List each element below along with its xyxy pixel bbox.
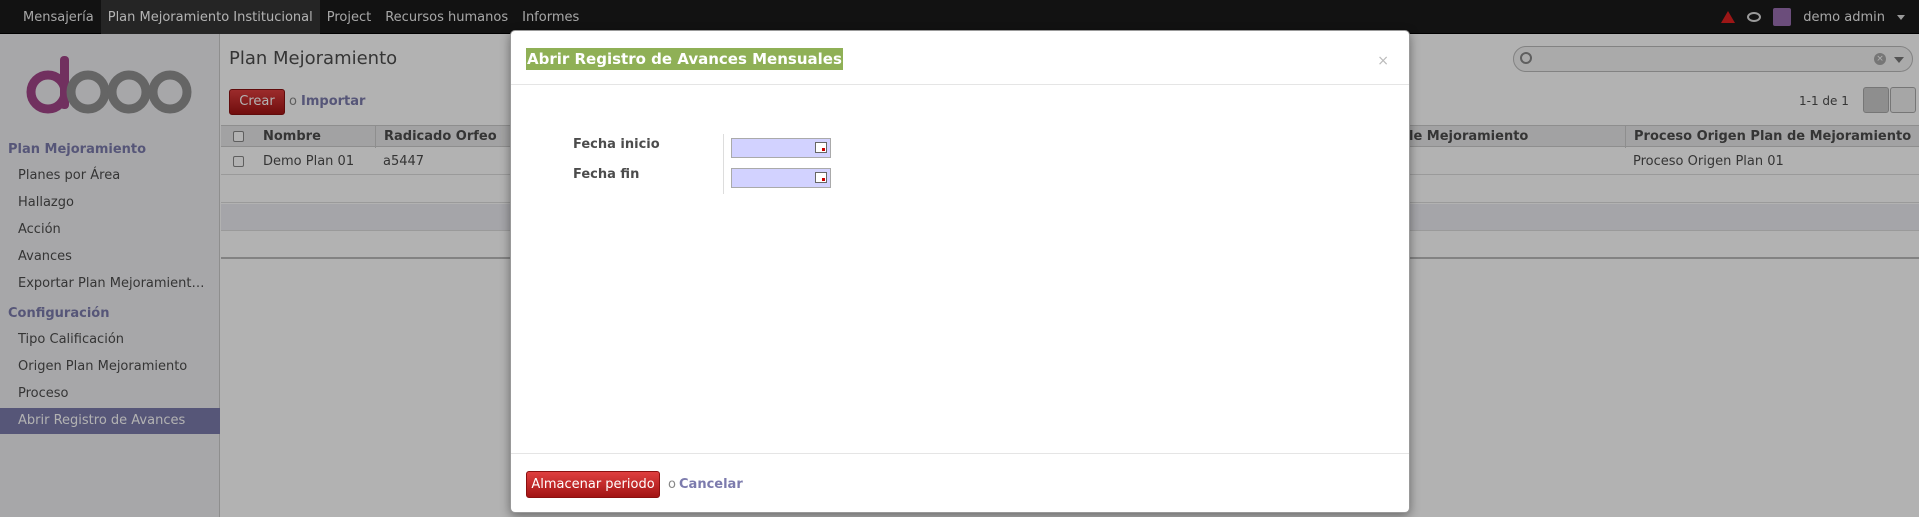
save-period-button[interactable]: Almacenar periodo (526, 471, 660, 498)
fecha-fin-input[interactable] (731, 168, 831, 188)
divider (511, 84, 1409, 85)
fecha-fin-label: Fecha fin (573, 167, 640, 182)
or-text: o (668, 477, 676, 492)
close-icon[interactable]: × (1377, 53, 1389, 69)
modal-dialog: Abrir Registro de Avances Mensuales × Fe… (510, 30, 1410, 513)
divider (723, 134, 724, 194)
calendar-icon[interactable] (815, 172, 827, 183)
modal-title: Abrir Registro de Avances Mensuales (526, 48, 843, 70)
calendar-icon[interactable] (815, 142, 827, 153)
fecha-inicio-input[interactable] (731, 138, 831, 158)
fecha-inicio-label: Fecha inicio (573, 137, 660, 152)
divider (511, 453, 1409, 454)
cancel-link[interactable]: Cancelar (679, 477, 743, 492)
